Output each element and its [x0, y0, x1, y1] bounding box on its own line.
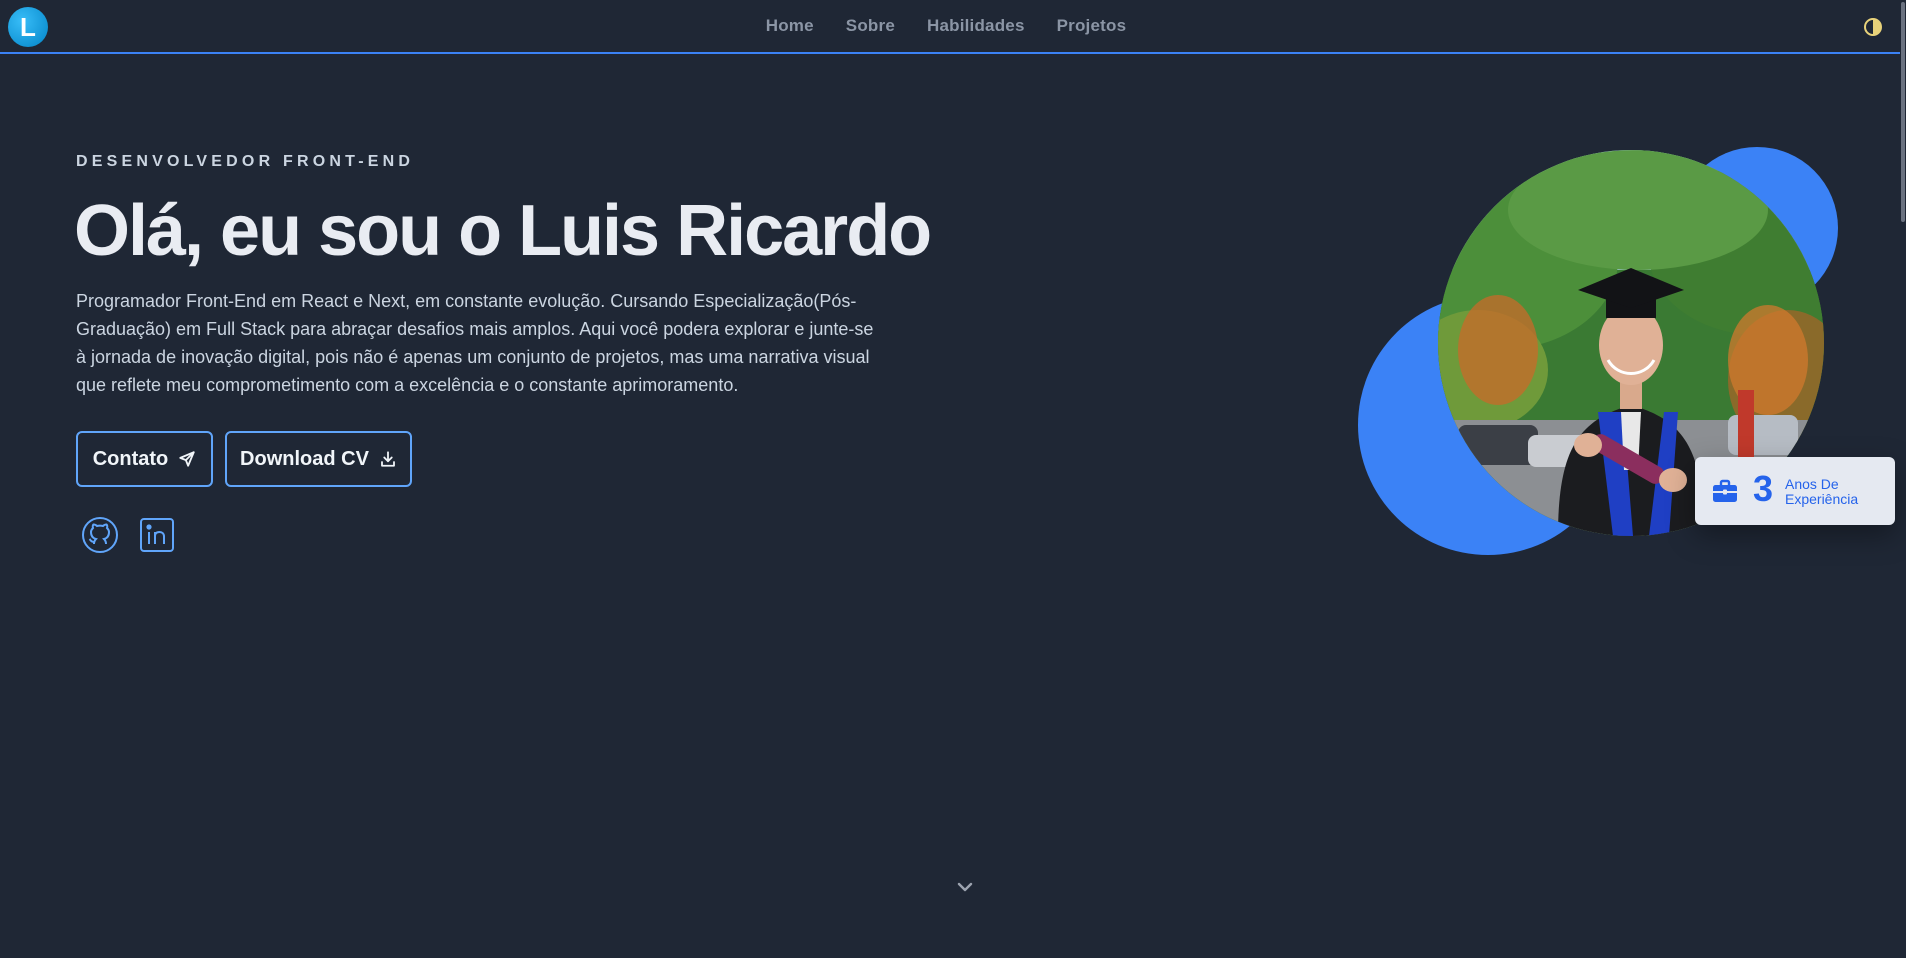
theme-toggle-icon[interactable]	[1864, 18, 1882, 36]
download-cv-label: Download CV	[240, 447, 369, 470]
hero-title: Olá, eu sou o Luis Ricardo	[74, 191, 932, 271]
github-icon	[82, 517, 118, 553]
send-icon	[179, 451, 195, 467]
contact-button-label: Contato	[92, 447, 169, 470]
nav-links: Home Sobre Habilidades Projetos	[0, 0, 1906, 52]
linkedin-icon	[140, 518, 174, 552]
nav-link-sobre[interactable]: Sobre	[846, 16, 895, 36]
navbar: L Home Sobre Habilidades Projetos	[0, 0, 1906, 54]
experience-years-number: 3	[1753, 468, 1774, 509]
nav-link-habilidades[interactable]: Habilidades	[927, 16, 1025, 36]
linkedin-link[interactable]	[138, 516, 176, 554]
chevron-down-icon[interactable]	[955, 877, 975, 897]
scrollbar-thumb[interactable]	[1901, 2, 1905, 222]
experience-label-line1: Anos De	[1785, 476, 1839, 492]
experience-card: 3 Anos De Experiência	[1695, 457, 1895, 525]
download-cv-button[interactable]: Download CV	[225, 431, 412, 487]
nav-link-home[interactable]: Home	[766, 16, 814, 36]
github-link[interactable]	[81, 516, 119, 554]
briefcase-icon	[1713, 479, 1737, 502]
nav-link-projetos[interactable]: Projetos	[1057, 16, 1127, 36]
experience-label-line2: Experiência	[1785, 491, 1859, 507]
hero-description: Programador Front-End em React e Next, e…	[76, 291, 874, 395]
hero-eyebrow: DESENVOLVEDOR FRONT-END	[76, 153, 415, 170]
contact-button[interactable]: Contato	[76, 431, 213, 487]
download-icon	[381, 451, 395, 467]
